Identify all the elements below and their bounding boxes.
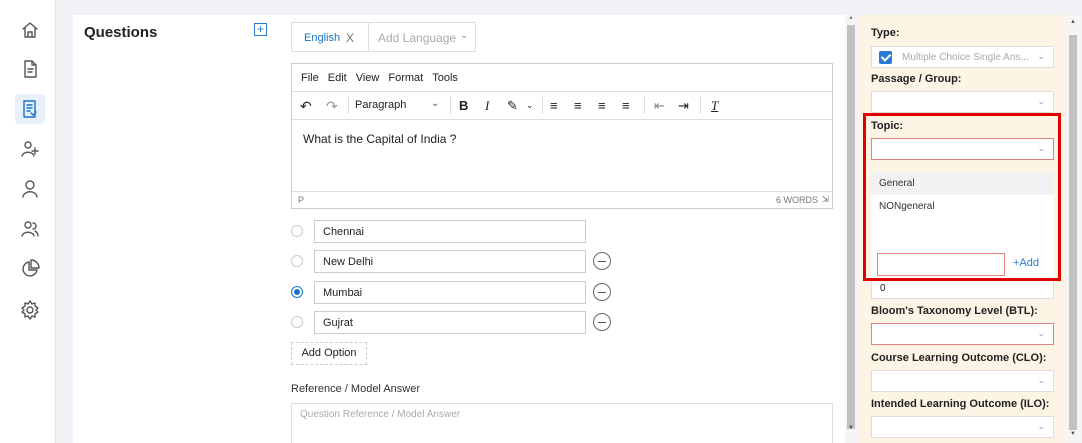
scrollbar-thumb[interactable] [1069,35,1077,430]
document-icon[interactable] [15,54,45,84]
checkbox-icon [879,51,892,64]
bold-icon[interactable]: B [459,98,468,113]
resize-handle-icon[interactable]: ⇲ [821,194,829,205]
icon-rail [0,0,56,443]
questions-title: Questions [84,24,158,41]
ilo-label: Intended Learning Outcome (ILO): [871,398,1050,410]
scroll-down-icon[interactable]: ▼ [1070,431,1076,437]
add-user-icon[interactable] [15,134,45,164]
option-input[interactable]: Mumbai [314,281,586,304]
outdent-icon[interactable]: ⇤ [654,98,665,114]
rich-text-editor: File Edit View Format Tools ↶ ↷ Paragrap… [291,63,833,209]
align-right-icon[interactable]: ≡ [598,98,606,113]
type-value: Multiple Choice Single Ans... [902,52,1029,63]
marks-input[interactable]: 0 [871,279,1054,299]
chevron-down-icon: ⌄ [431,98,440,109]
questions-panel: Questions + [73,15,280,443]
remove-option-button[interactable] [593,252,611,270]
btl-select[interactable]: ⌄ [871,323,1054,345]
scroll-down-icon[interactable]: ▼ [848,425,854,431]
tab-english[interactable]: English [304,32,340,44]
editor-scrollbar[interactable]: ▲ ▼ [845,15,856,443]
remove-option-button[interactable] [593,313,611,331]
indent-icon[interactable]: ⇥ [678,98,689,114]
redo-icon[interactable]: ↷ [326,98,338,115]
align-left-icon[interactable]: ≡ [550,98,558,113]
menu-edit[interactable]: Edit [328,72,347,84]
ilo-select[interactable]: ⌄ [871,416,1054,438]
option-input[interactable]: Gujrat [314,311,586,334]
home-icon[interactable] [15,15,45,45]
block-format-select[interactable]: Paragraph [355,99,406,111]
toolbar-divider [542,96,543,114]
word-count: 6 WORDS [775,195,818,205]
editor-toolbar: ↶ ↷ Paragraph ⌄ B I ✎ ⌄ ≡ ≡ ≡ ≡ ⇤ ⇥ T [292,92,832,120]
editor-menubar: File Edit View Format Tools [292,64,832,92]
add-option-button[interactable]: Add Option [291,342,367,365]
chevron-down-icon: ⌄ [1037,421,1045,431]
btl-label: Bloom's Taxonomy Level (BTL): [871,305,1038,317]
scrollbar-thumb[interactable] [847,25,855,429]
menu-file[interactable]: File [301,72,319,84]
option-radio[interactable] [291,255,303,267]
type-label: Type: [871,27,900,39]
toolbar-divider [644,96,645,114]
highlight-icon[interactable]: ✎ [507,98,518,114]
chevron-down-icon: ⌄ [460,30,469,41]
add-language-placeholder: Add Language [378,31,457,45]
chevron-down-icon: ⌄ [1037,375,1045,385]
users-icon[interactable] [15,214,45,244]
add-language-select[interactable]: Add Language ⌄ [368,23,476,51]
align-justify-icon[interactable]: ≡ [622,98,630,113]
option-radio-selected[interactable] [291,286,303,298]
clo-select[interactable]: ⌄ [871,370,1054,392]
option-input[interactable]: New Delhi [314,250,586,273]
reference-label: Reference / Model Answer [291,383,421,395]
scroll-up-icon[interactable]: ▲ [1070,19,1076,25]
menu-view[interactable]: View [356,72,380,84]
question-bank-icon[interactable] [15,94,45,124]
close-icon[interactable]: X [346,31,354,45]
toolbar-divider [450,96,451,114]
highlight-box [863,113,1061,281]
option-input[interactable]: Chennai [314,220,586,243]
toolbar-divider [700,96,701,114]
option-radio[interactable] [291,225,303,237]
properties-scrollbar[interactable]: ▲ ▼ [1065,15,1082,443]
type-select[interactable]: Multiple Choice Single Ans... ⌄ [871,46,1054,68]
toolbar-divider [348,96,349,114]
align-center-icon[interactable]: ≡ [574,98,582,113]
clo-label: Course Learning Outcome (CLO): [871,352,1047,364]
remove-option-button[interactable] [593,283,611,301]
chevron-down-icon: ⌄ [1037,328,1045,338]
pie-chart-icon[interactable] [15,254,45,284]
gear-icon[interactable] [15,295,45,325]
chevron-down-icon[interactable]: ⌄ [526,100,534,111]
question-editor-panel: English X Add Language ⌄ File Edit View … [280,15,845,443]
passage-group-select[interactable]: ⌄ [871,91,1054,113]
italic-icon[interactable]: I [485,98,489,114]
scroll-up-icon[interactable]: ▲ [848,15,854,21]
passage-group-label: Passage / Group: [871,73,962,85]
chevron-down-icon: ⌄ [1037,51,1045,61]
user-icon[interactable] [15,174,45,204]
option-radio[interactable] [291,316,303,328]
undo-icon[interactable]: ↶ [300,98,312,115]
menu-format[interactable]: Format [388,72,423,84]
clear-format-icon[interactable]: T [711,98,718,114]
element-path: P [298,195,305,205]
reference-input[interactable]: Question Reference / Model Answer [291,403,833,443]
editor-content[interactable]: What is the Capital of India ? [292,120,832,192]
language-tabs: English X Add Language ⌄ [291,22,476,52]
menu-tools[interactable]: Tools [432,72,458,84]
add-question-button[interactable]: + [254,23,267,36]
chevron-down-icon: ⌄ [1037,96,1045,106]
editor-statusbar: P 6 WORDS ⇲ [292,191,832,208]
